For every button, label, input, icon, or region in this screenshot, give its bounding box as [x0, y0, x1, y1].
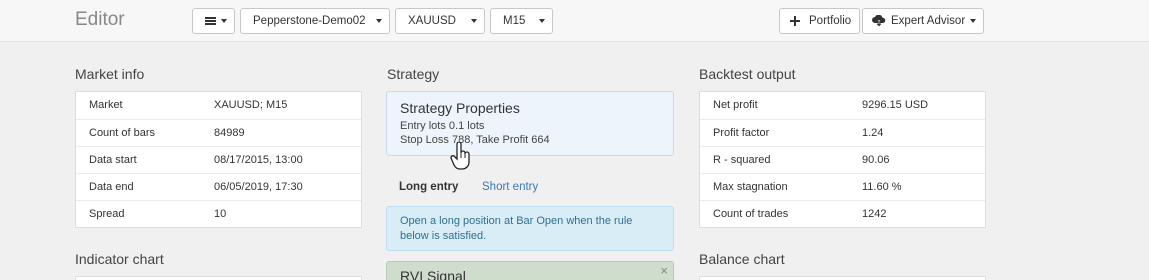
- market-info-title: Market info: [75, 66, 145, 82]
- account-select-value: Pepperstone-Demo02: [253, 15, 366, 27]
- strategy-properties-box[interactable]: Strategy Properties Entry lots 0.1 lots …: [386, 91, 674, 156]
- expert-advisor-button[interactable]: Expert Advisor: [862, 8, 984, 34]
- portfolio-button[interactable]: Portfolio: [779, 8, 860, 34]
- symbol-select-value: XAUUSD: [408, 15, 456, 27]
- rule-title: RVI Signal: [400, 268, 466, 280]
- entry-lots-text: Entry lots 0.1 lots: [400, 120, 485, 132]
- market-info-row: Market XAUUSD; M15: [76, 92, 361, 119]
- row-value: 1242: [862, 208, 887, 220]
- indicator-chart-title: Indicator chart: [75, 251, 164, 267]
- row-value: 06/05/2019, 17:30: [214, 181, 303, 193]
- rule-rvi-signal[interactable]: RVI Signal ×: [386, 261, 674, 280]
- market-info-row: Data end 06/05/2019, 17:30: [76, 173, 361, 200]
- stop-take-text: Stop Loss 788, Take Profit 664: [400, 134, 550, 146]
- chevron-down-icon: [471, 19, 477, 23]
- entry-info-box: Open a long position at Bar Open when th…: [386, 206, 674, 251]
- symbol-select[interactable]: XAUUSD: [395, 8, 485, 34]
- backtest-output-title: Backtest output: [699, 66, 796, 82]
- market-info-row: Count of bars 84989: [76, 119, 361, 146]
- info-text-line: below is satisfied.: [400, 230, 487, 242]
- timeframe-select-value: M15: [503, 15, 526, 27]
- backtest-row: R - squared 90.06: [700, 146, 985, 173]
- row-label: Data start: [89, 154, 137, 166]
- backtest-row: Net profit 9296.15 USD: [700, 92, 985, 119]
- close-icon[interactable]: ×: [660, 264, 668, 278]
- chevron-down-icon: [221, 19, 227, 23]
- portfolio-button-label: Portfolio: [809, 15, 852, 27]
- row-label: Count of trades: [713, 208, 789, 220]
- backtest-row: Profit factor 1.24: [700, 119, 985, 146]
- plus-icon: [790, 16, 800, 26]
- chevron-down-icon: [376, 19, 382, 23]
- tab-long-entry[interactable]: Long entry: [399, 181, 458, 193]
- strategy-title: Strategy: [387, 66, 440, 82]
- row-value: XAUUSD; M15: [214, 99, 288, 111]
- indicator-chart-panel: [75, 276, 362, 280]
- chevron-down-icon: [970, 19, 976, 23]
- row-value: 10: [214, 208, 227, 220]
- expert-advisor-button-label: Expert Advisor: [891, 15, 966, 27]
- hamburger-icon: [205, 17, 216, 25]
- strategy-properties-title: Strategy Properties: [400, 100, 520, 116]
- top-toolbar: Editor Pepperstone-Demo02 XAUUSD M15 Por…: [0, 0, 1149, 42]
- backtest-row: Count of trades 1242: [700, 200, 985, 227]
- chevron-down-icon: [539, 19, 545, 23]
- timeframe-select[interactable]: M15: [490, 8, 553, 34]
- main-menu-button[interactable]: [192, 8, 235, 34]
- row-label: Market: [89, 99, 123, 111]
- account-select[interactable]: Pepperstone-Demo02: [240, 8, 390, 34]
- balance-chart-panel: [699, 276, 986, 280]
- tab-short-entry[interactable]: Short entry: [482, 181, 538, 193]
- row-label: Net profit: [713, 99, 758, 111]
- backtest-output-panel: Net profit 9296.15 USD Profit factor 1.2…: [699, 91, 986, 228]
- row-value: 11.60 %: [862, 181, 902, 193]
- row-value: 9296.15 USD: [862, 99, 929, 111]
- row-label: R - squared: [713, 154, 771, 166]
- hand-cursor-icon: [450, 142, 470, 170]
- cloud-download-icon: [872, 15, 886, 27]
- row-label: Profit factor: [713, 127, 770, 139]
- page-title: Editor: [75, 9, 125, 30]
- market-info-panel: Market XAUUSD; M15 Count of bars 84989 D…: [75, 91, 362, 228]
- row-label: Max stagnation: [713, 181, 788, 193]
- row-label: Data end: [89, 181, 134, 193]
- info-text-line: Open a long position at Bar Open when th…: [400, 215, 633, 227]
- market-info-row: Data start 08/17/2015, 13:00: [76, 146, 361, 173]
- row-label: Count of bars: [89, 127, 156, 139]
- row-value: 84989: [214, 127, 245, 139]
- row-value: 08/17/2015, 13:00: [214, 154, 303, 166]
- row-value: 1.24: [862, 127, 884, 139]
- backtest-row: Max stagnation 11.60 %: [700, 173, 985, 200]
- market-info-row: Spread 10: [76, 200, 361, 227]
- row-label: Spread: [89, 208, 125, 220]
- balance-chart-title: Balance chart: [699, 251, 785, 267]
- row-value: 90.06: [862, 154, 890, 166]
